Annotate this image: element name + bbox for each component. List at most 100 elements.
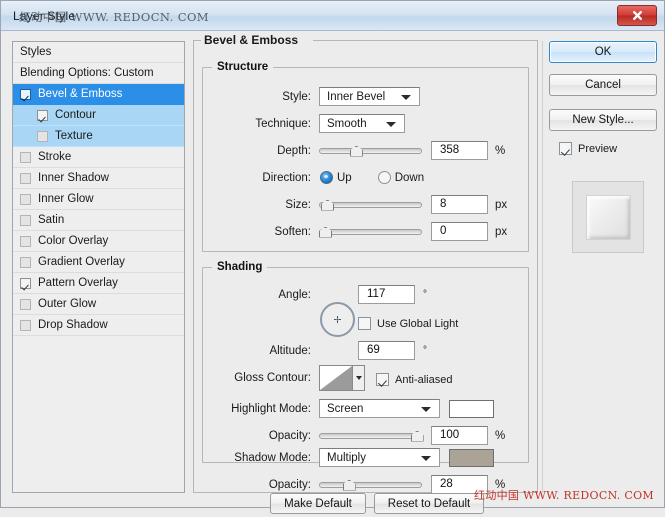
checkbox-inner-glow[interactable] xyxy=(20,193,31,205)
chevron-down-icon xyxy=(401,95,411,100)
group-border-left xyxy=(193,40,194,493)
sidebar-item-gradient-overlay[interactable]: Gradient Overlay xyxy=(13,252,184,273)
checkbox-texture[interactable] xyxy=(37,130,48,142)
sidebar-item-pattern-overlay[interactable]: Pattern Overlay xyxy=(13,273,184,294)
footer-watermark: 红动中国 WWW. REDOCN. COM xyxy=(474,489,654,502)
group-rule-left xyxy=(193,40,201,41)
bevel-emboss-group: Bevel & Emboss Structure Style: Inner Be… xyxy=(193,33,538,494)
style-select[interactable]: Inner Bevel xyxy=(319,87,420,106)
depth-row: Depth: 358 % xyxy=(203,140,521,161)
size-slider[interactable] xyxy=(319,197,422,213)
sidebar-label-pattern-overlay: Pattern Overlay xyxy=(38,277,118,289)
checkbox-outer-glow[interactable] xyxy=(20,298,31,310)
chevron-down-icon xyxy=(386,122,396,127)
chevron-down-icon xyxy=(355,376,362,380)
gloss-contour-dropdown[interactable] xyxy=(352,366,364,390)
sidebar-item-color-overlay[interactable]: Color Overlay xyxy=(13,231,184,252)
make-default-button[interactable]: Make Default xyxy=(270,493,366,514)
direction-up-option[interactable]: Up xyxy=(320,171,352,184)
checkbox-inner-shadow[interactable] xyxy=(20,172,31,184)
checkbox-preview[interactable] xyxy=(559,142,572,155)
checkbox-anti-aliased[interactable] xyxy=(376,373,389,386)
preview-row[interactable]: Preview xyxy=(549,142,657,155)
direction-down-option[interactable]: Down xyxy=(377,171,424,184)
styles-sidebar: Styles Blending Options: Custom Bevel & … xyxy=(12,41,185,493)
sidebar-item-drop-shadow[interactable]: Drop Shadow xyxy=(13,315,184,336)
altitude-label: Altitude: xyxy=(269,344,311,357)
chevron-down-icon xyxy=(421,407,431,412)
reset-to-default-button[interactable]: Reset to Default xyxy=(374,493,484,514)
close-button[interactable] xyxy=(617,5,657,26)
sidebar-item-bevel-emboss[interactable]: Bevel & Emboss xyxy=(13,84,184,105)
sidebar-label-inner-shadow: Inner Shadow xyxy=(38,172,109,184)
highlight-mode-select[interactable]: Screen xyxy=(319,399,440,418)
soften-label: Soften: xyxy=(274,225,311,238)
depth-input[interactable]: 358 xyxy=(431,141,488,160)
sidebar-item-texture[interactable]: Texture xyxy=(13,126,184,147)
size-input[interactable]: 8 xyxy=(431,195,488,214)
highlight-opacity-label: Opacity: xyxy=(268,429,311,442)
direction-row: Direction: Up Down xyxy=(203,167,521,188)
direction-up-label: Up xyxy=(337,171,352,184)
checkbox-contour[interactable] xyxy=(37,109,48,121)
highlight-opacity-slider[interactable] xyxy=(319,428,424,444)
checkbox-stroke[interactable] xyxy=(20,151,31,163)
sidebar-item-satin[interactable]: Satin xyxy=(13,210,184,231)
shadow-mode-row: Shadow Mode: Multiply xyxy=(203,447,521,468)
checkbox-satin[interactable] xyxy=(20,214,31,226)
use-global-light-row[interactable]: Use Global Light xyxy=(358,313,458,334)
checkbox-color-overlay[interactable] xyxy=(20,235,31,247)
direction-label: Direction: xyxy=(262,171,311,184)
shadow-opacity-label: Opacity: xyxy=(268,478,311,491)
soften-input[interactable]: 0 xyxy=(431,222,488,241)
new-style-button[interactable]: New Style... xyxy=(549,109,657,131)
shadow-opacity-slider[interactable] xyxy=(319,477,422,493)
shadow-mode-select[interactable]: Multiply xyxy=(319,448,440,467)
depth-unit: % xyxy=(495,144,506,157)
sidebar-item-inner-glow[interactable]: Inner Glow xyxy=(13,189,184,210)
angle-input[interactable]: 117 xyxy=(358,285,415,304)
radio-up[interactable] xyxy=(320,171,333,184)
altitude-row: Altitude: 69 ° xyxy=(203,340,521,361)
altitude-input[interactable]: 69 xyxy=(358,341,415,360)
highlight-mode-value: Screen xyxy=(327,402,364,415)
angle-row: Angle: 117 ° xyxy=(203,284,521,305)
highlight-mode-label: Highlight Mode: xyxy=(231,402,311,415)
gloss-contour-preview xyxy=(320,366,352,390)
sidebar-label-gradient-overlay: Gradient Overlay xyxy=(38,256,125,268)
gloss-contour-picker[interactable] xyxy=(319,365,365,391)
sidebar-item-blending-options[interactable]: Blending Options: Custom xyxy=(13,63,184,84)
depth-slider[interactable] xyxy=(319,143,422,159)
soften-slider[interactable] xyxy=(319,224,422,240)
sidebar-item-outer-glow[interactable]: Outer Glow xyxy=(13,294,184,315)
technique-row: Technique: Smooth xyxy=(203,113,521,134)
anti-aliased-row[interactable]: Anti-aliased xyxy=(376,369,452,390)
size-row: Size: 8 px xyxy=(203,194,521,215)
sidebar-label-stroke: Stroke xyxy=(38,151,72,163)
checkbox-gradient-overlay[interactable] xyxy=(20,256,31,268)
technique-value: Smooth xyxy=(327,117,367,130)
checkbox-use-global-light[interactable] xyxy=(358,317,371,330)
cancel-button[interactable]: Cancel xyxy=(549,74,657,96)
chevron-down-icon xyxy=(421,456,431,461)
angle-unit: ° xyxy=(423,289,427,300)
sidebar-item-contour[interactable]: Contour xyxy=(13,105,184,126)
angle-dial[interactable] xyxy=(320,302,355,337)
shadow-color-swatch[interactable] xyxy=(449,448,494,467)
sidebar-label-color-overlay: Color Overlay xyxy=(38,235,109,247)
highlight-opacity-input[interactable]: 100 xyxy=(431,426,488,445)
checkbox-pattern-overlay[interactable] xyxy=(20,277,31,289)
title-bar: Layer Style 红动中国 WWW. REDOCN. COM xyxy=(1,1,664,31)
checkbox-bevel-emboss[interactable] xyxy=(20,88,31,100)
sidebar-item-inner-shadow[interactable]: Inner Shadow xyxy=(13,168,184,189)
highlight-color-swatch[interactable] xyxy=(449,399,494,418)
sidebar-label-contour: Contour xyxy=(55,109,96,121)
dialog-actions: OK Cancel New Style... Preview xyxy=(549,41,657,155)
checkbox-drop-shadow[interactable] xyxy=(20,319,31,331)
technique-select[interactable]: Smooth xyxy=(319,114,405,133)
ok-button[interactable]: OK xyxy=(549,41,657,63)
shading-legend: Shading xyxy=(212,261,268,273)
radio-down[interactable] xyxy=(377,171,391,184)
panel-divider xyxy=(542,41,543,493)
sidebar-item-stroke[interactable]: Stroke xyxy=(13,147,184,168)
